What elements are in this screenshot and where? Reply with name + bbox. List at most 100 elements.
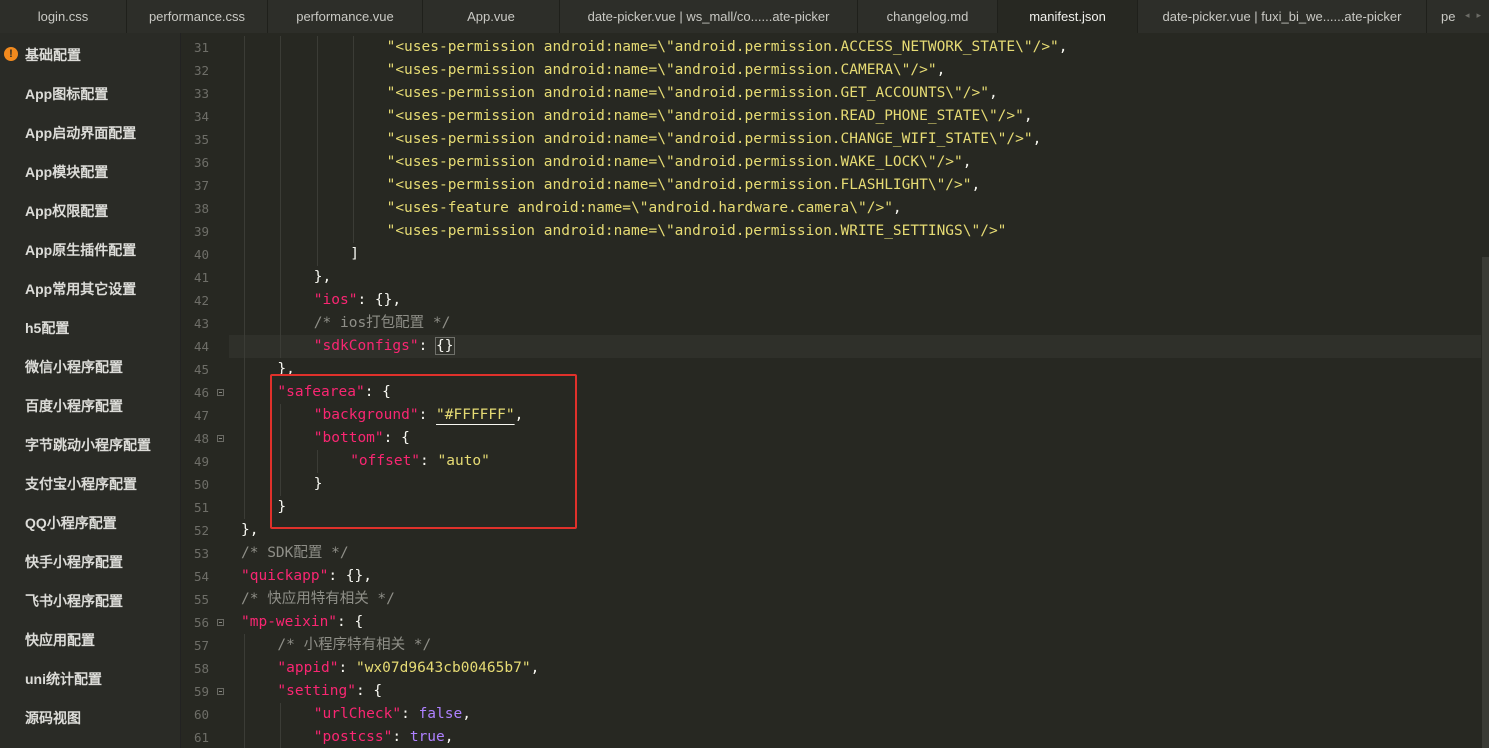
code-line[interactable]: "postcss": true, — [229, 726, 454, 748]
sidebar-item[interactable]: App启动界面配置 — [25, 114, 136, 153]
code-line[interactable]: "background": "#FFFFFF", — [229, 404, 524, 427]
code-line[interactable]: "<uses-permission android:name=\"android… — [229, 128, 1042, 151]
code-token: , — [530, 660, 540, 676]
code-token: : — [420, 453, 438, 469]
tab-item[interactable]: date-picker.vue | fuxi_bi_we......ate-pi… — [1138, 0, 1427, 33]
code-token: }, — [313, 269, 332, 285]
code-line[interactable]: "appid": "wx07d9643cb00465b7", — [229, 657, 539, 680]
sidebar-item[interactable]: App图标配置 — [25, 75, 108, 114]
code-token: "<uses-permission android:name=\"android… — [386, 223, 1007, 239]
sidebar-item[interactable]: h5配置 — [25, 309, 69, 348]
manifest-config-sidebar: ! 基础配置 App图标配置 App启动界面配置 App模块配置 App权限配置 App原… — [0, 33, 181, 748]
code-line[interactable]: "ios": {}, — [229, 289, 401, 312]
code-token: } — [277, 499, 287, 515]
code-token: }, — [241, 522, 259, 538]
code-line[interactable]: "<uses-permission android:name=\"android… — [229, 151, 972, 174]
code-token: , — [514, 407, 524, 423]
sidebar-item[interactable]: App常用其它设置 — [25, 270, 136, 309]
sidebar-item[interactable]: 飞书小程序配置 — [25, 582, 123, 621]
code-line[interactable]: "bottom": { — [229, 427, 410, 450]
code-token: , — [1058, 39, 1068, 55]
tab-scroll-left-icon[interactable]: ◂ — [1465, 11, 1470, 21]
code-token: : — [401, 706, 419, 722]
sidebar-item[interactable]: App模块配置 — [25, 153, 108, 192]
code-line[interactable]: }, — [229, 519, 258, 542]
code-token: "<uses-permission android:name=\"android… — [386, 39, 1059, 55]
fold-toggle-icon[interactable] — [217, 688, 224, 695]
line-number: 36 — [193, 155, 209, 170]
code-line[interactable]: }, — [229, 266, 331, 289]
sidebar-item[interactable]: 百度小程序配置 — [25, 387, 123, 426]
code-token: : — [392, 729, 410, 745]
line-number: 42 — [193, 293, 209, 308]
code-line[interactable]: "<uses-permission android:name=\"android… — [229, 36, 1068, 59]
tab-item[interactable]: date-picker.vue | ws_mall/co......ate-pi… — [560, 0, 858, 33]
tab-item[interactable]: performance.vue — [268, 0, 423, 33]
code-line[interactable]: /* SDK配置 */ — [229, 542, 349, 565]
vertical-scrollbar[interactable] — [1482, 257, 1489, 748]
sidebar-item[interactable]: 源码视图 — [25, 699, 81, 738]
tab-item[interactable]: performance.css — [127, 0, 268, 33]
code-line[interactable]: "mp-weixin": { — [229, 611, 363, 634]
code-line[interactable]: "<uses-permission android:name=\"android… — [229, 220, 1007, 243]
line-number: 53 — [193, 546, 209, 561]
sidebar-item[interactable]: uni统计配置 — [25, 660, 102, 699]
code-token: "<uses-permission android:name=\"android… — [386, 62, 937, 78]
code-line[interactable]: /* 小程序特有相关 */ — [229, 634, 431, 657]
code-line[interactable]: "offset": "auto" — [229, 450, 490, 473]
code-token: "<uses-permission android:name=\"android… — [386, 85, 989, 101]
code-line[interactable]: } — [229, 496, 286, 519]
sidebar-item[interactable]: 快应用配置 — [25, 621, 95, 660]
tab-bar: login.css performance.css performance.vue A… — [0, 0, 1489, 33]
code-line[interactable]: } — [229, 473, 323, 496]
line-number: 60 — [193, 707, 209, 722]
sidebar-item[interactable]: QQ小程序配置 — [25, 504, 117, 543]
sidebar-item[interactable]: 基础配置 — [25, 36, 81, 75]
tab-item[interactable]: login.css — [0, 0, 127, 33]
code-line[interactable]: "<uses-feature android:name=\"android.ha… — [229, 197, 902, 220]
code-token: : { — [383, 430, 410, 446]
line-number: 37 — [193, 178, 209, 193]
line-number: 41 — [193, 270, 209, 285]
line-number: 54 — [193, 569, 209, 584]
sidebar-item[interactable]: App权限配置 — [25, 192, 108, 231]
code-line[interactable]: "safearea": { — [229, 381, 391, 404]
code-line[interactable]: "setting": { — [229, 680, 382, 703]
code-line[interactable]: "sdkConfigs": {} — [229, 335, 455, 358]
fold-toggle-icon[interactable] — [217, 435, 224, 442]
code-line[interactable]: ] — [229, 243, 359, 266]
code-line[interactable]: "<uses-permission android:name=\"android… — [229, 82, 998, 105]
sidebar-item[interactable]: 字节跳动小程序配置 — [25, 426, 151, 465]
sidebar-item[interactable]: 快手小程序配置 — [25, 543, 123, 582]
code-token: "<uses-permission android:name=\"android… — [386, 108, 1024, 124]
fold-toggle-icon[interactable] — [217, 619, 224, 626]
code-line[interactable]: /* 快应用特有相关 */ — [229, 588, 395, 611]
line-number: 46 — [193, 385, 209, 400]
code-editor[interactable]: 31 32 33 34 35 36 37 38 39 40 41 42 43 44 45 46 47 48 49 50… — [181, 33, 1489, 748]
tab-item[interactable]: App.vue — [423, 0, 560, 33]
code-token: "sdkConfigs" — [313, 338, 419, 354]
code-token: : — [418, 407, 437, 423]
code-line[interactable]: "quickapp": {}, — [229, 565, 372, 588]
code-line[interactable]: "<uses-permission android:name=\"android… — [229, 59, 946, 82]
code-line[interactable]: }, — [229, 358, 294, 381]
sidebar-item[interactable]: App原生插件配置 — [25, 231, 136, 270]
tab-item[interactable]: manifest.json — [998, 0, 1138, 33]
code-line[interactable]: "<uses-permission android:name=\"android… — [229, 174, 981, 197]
tab-scroll-right-icon[interactable]: ▸ — [1476, 11, 1481, 21]
sidebar-item[interactable]: 支付宝小程序配置 — [25, 465, 137, 504]
code-line[interactable]: "urlCheck": false, — [229, 703, 471, 726]
sidebar-item[interactable]: 微信小程序配置 — [25, 348, 123, 387]
code-line[interactable]: /* ios打包配置 */ — [229, 312, 451, 335]
code-token: "quickapp" — [241, 568, 329, 584]
code-token: , — [444, 729, 454, 745]
line-number: 40 — [193, 247, 209, 262]
code-token: : { — [355, 683, 383, 699]
fold-toggle-icon[interactable] — [217, 389, 224, 396]
code-token: : {}, — [357, 292, 402, 308]
tab-item[interactable]: changelog.md — [858, 0, 998, 33]
code-token: false — [418, 706, 463, 722]
code-line[interactable]: "<uses-permission android:name=\"android… — [229, 105, 1033, 128]
line-number: 31 — [193, 40, 209, 55]
code-token: "#FFFFFF" — [436, 407, 515, 423]
